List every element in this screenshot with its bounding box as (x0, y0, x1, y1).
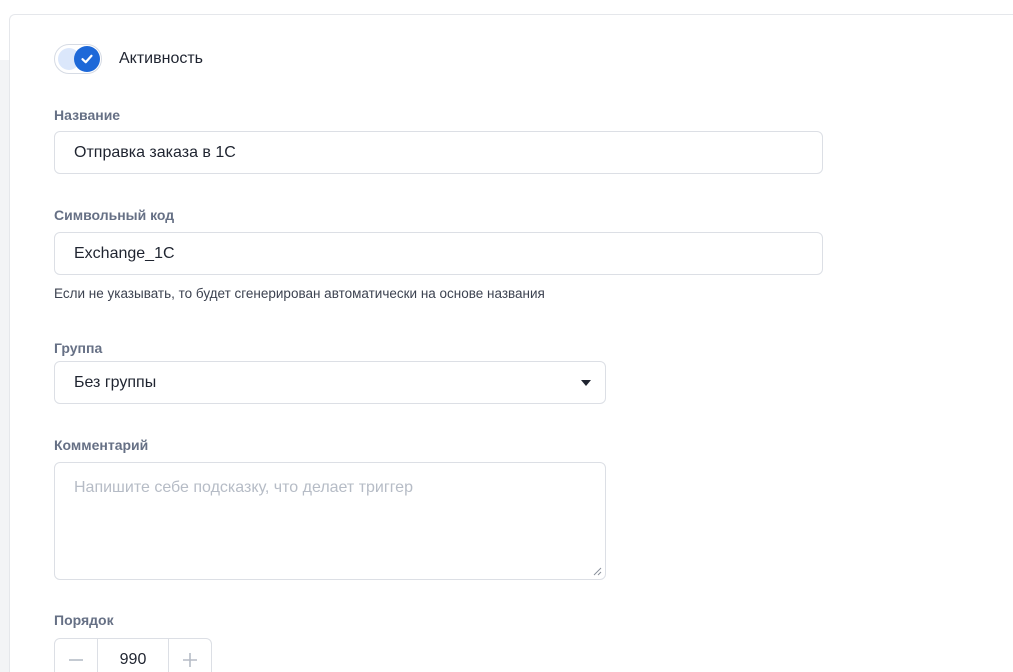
sidebar-edge (0, 60, 9, 672)
name-input[interactable]: Отправка заказа в 1С (54, 131, 823, 174)
group-select-value: Без группы (74, 373, 157, 391)
order-label: Порядок (54, 612, 114, 628)
group-select[interactable]: Без группы (54, 361, 606, 404)
caret-down-icon (581, 380, 591, 386)
code-input[interactable]: Exchange_1C (54, 232, 823, 275)
name-input-value: Отправка заказа в 1С (74, 143, 236, 161)
group-label: Группа (54, 340, 103, 356)
order-value[interactable]: 990 (97, 639, 169, 672)
decrement-button[interactable] (55, 639, 97, 672)
comment-textarea[interactable]: Напишите себе подсказку, что делает триг… (54, 462, 606, 580)
activity-label: Активность (119, 50, 204, 67)
minus-icon (69, 659, 83, 661)
increment-button[interactable] (169, 639, 211, 672)
order-stepper[interactable]: 990 (54, 638, 212, 672)
code-hint: Если не указывать, то будет сгенерирован… (54, 286, 545, 301)
trigger-settings-page: Активность Название Отправка заказа в 1С… (0, 0, 1013, 672)
check-icon (81, 54, 93, 64)
comment-label: Комментарий (54, 437, 149, 453)
toggle-track[interactable] (54, 44, 102, 74)
plus-icon (183, 653, 197, 667)
activity-toggle[interactable]: Активность (54, 44, 203, 74)
toggle-knob (74, 46, 100, 72)
name-label: Название (54, 107, 121, 123)
comment-placeholder: Напишите себе подсказку, что делает триг… (74, 479, 413, 496)
code-input-value: Exchange_1C (74, 244, 175, 262)
resize-handle-icon[interactable] (592, 566, 602, 576)
code-label: Символьный код (54, 207, 175, 223)
